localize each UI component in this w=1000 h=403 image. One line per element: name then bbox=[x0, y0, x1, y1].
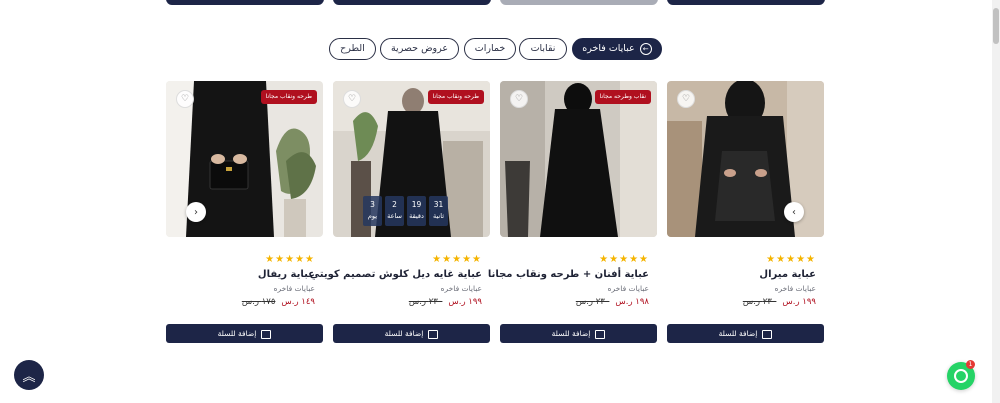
countdown-hours: 2 ساعة bbox=[385, 196, 404, 226]
price-old: ٢٣٠ ر.س bbox=[408, 297, 443, 307]
offer-badge: طرحه ونقاب مجانا bbox=[260, 90, 317, 104]
product-prices: ١٩٨ ر.س ٢٣٠ ر.س bbox=[576, 297, 649, 307]
tab-luxury-abayas[interactable]: عبايات فاخره ← bbox=[572, 38, 662, 60]
product-image[interactable]: ♡ طرحه ونقاب مجانا › bbox=[166, 81, 323, 237]
previous-row-buttons bbox=[0, 0, 1000, 8]
rating-stars: ★★★★★ bbox=[432, 254, 482, 265]
countdown-timer: 3 يوم 2 ساعة 19 دقيقة 31 ثانية bbox=[363, 196, 448, 226]
product-name[interactable]: عباية أفنان + طرحه ونقاب مجانا bbox=[488, 269, 649, 280]
heart-icon[interactable]: ♡ bbox=[677, 90, 695, 108]
product-card[interactable]: ♡ طرحه ونقاب مجانا 3 يوم 2 ساعة 19 دقيقة 31… bbox=[310, 81, 490, 343]
heart-icon[interactable]: ♡ bbox=[510, 90, 528, 108]
product-name[interactable]: عباية ميرال bbox=[759, 269, 816, 280]
product-category: عبايات فاخره bbox=[607, 284, 649, 293]
tab-label: الطرح bbox=[340, 43, 365, 54]
product-category: عبايات فاخره bbox=[440, 284, 482, 293]
rating-stars: ★★★★★ bbox=[265, 254, 315, 265]
price-new: ١٤٩ ر.س bbox=[281, 297, 315, 307]
product-image[interactable]: ♡ نقاب وطرحه مجانا bbox=[500, 81, 657, 237]
scroll-to-top-button[interactable]: ︽ bbox=[14, 360, 44, 390]
price-old: ٢٣٠ ر.س bbox=[742, 297, 777, 307]
countdown-minutes: 19 دقيقة bbox=[407, 196, 426, 226]
rating-stars: ★★★★★ bbox=[599, 254, 649, 265]
price-new: ١٩٩ ر.س bbox=[448, 297, 482, 307]
cart-icon bbox=[261, 329, 272, 339]
product-name[interactable]: عباية ريفال bbox=[258, 269, 315, 280]
whatsapp-icon bbox=[954, 369, 968, 383]
chevron-right-icon[interactable]: › bbox=[186, 202, 206, 222]
tab-label: عبايات فاخره bbox=[582, 43, 635, 54]
add-to-cart-button[interactable]: إضافة للسلة bbox=[333, 324, 490, 343]
tab-label: خمارات bbox=[474, 43, 506, 54]
product-image[interactable]: ♡ طرحه ونقاب مجانا 3 يوم 2 ساعة 19 دقيقة 31… bbox=[333, 81, 490, 237]
product-card[interactable]: ♡ طرحه ونقاب مجانا › ★★★★★ عباية ريفال ع… bbox=[166, 81, 323, 343]
tab-label: عروض حصرية bbox=[390, 43, 449, 54]
heart-icon[interactable]: ♡ bbox=[176, 90, 194, 108]
chevron-left-icon[interactable]: ‹ bbox=[784, 202, 804, 222]
rating-stars: ★★★★★ bbox=[766, 254, 816, 265]
price-old: ٢٣٠ ر.س bbox=[575, 297, 610, 307]
cart-icon bbox=[428, 329, 439, 339]
heart-icon[interactable]: ♡ bbox=[343, 90, 361, 108]
notification-badge: 1 bbox=[966, 360, 975, 369]
previous-row-button[interactable] bbox=[667, 0, 825, 5]
add-to-cart-button[interactable]: إضافة للسلة bbox=[667, 324, 824, 343]
tab-scarves[interactable]: الطرح bbox=[329, 38, 376, 60]
price-old: ١٧٥ ر.س bbox=[241, 297, 276, 307]
countdown-seconds: 31 ثانية bbox=[429, 196, 448, 226]
product-prices: ١٩٩ ر.س ٢٣٠ ر.س bbox=[743, 297, 816, 307]
scrollbar[interactable] bbox=[992, 0, 1000, 403]
add-to-cart-button[interactable]: إضافة للسلة bbox=[166, 324, 323, 343]
tab-khimars[interactable]: خمارات bbox=[464, 38, 516, 60]
category-tabs: عبايات فاخره ← نقابات خمارات عروض حصرية ا… bbox=[0, 38, 1000, 60]
product-name[interactable]: عباية غايه ديل كلوش تصميم كويتي bbox=[310, 269, 482, 280]
double-chevron-up-icon: ︽ bbox=[22, 369, 36, 385]
product-category: عبايات فاخره bbox=[273, 284, 315, 293]
product-prices: ١٩٩ ر.س ٢٣٠ ر.س bbox=[409, 297, 482, 307]
product-prices: ١٤٩ ر.س ١٧٥ ر.س bbox=[242, 297, 315, 307]
price-new: ١٩٨ ر.س bbox=[615, 297, 649, 307]
cart-icon bbox=[595, 329, 606, 339]
previous-row-button[interactable] bbox=[333, 0, 491, 5]
offer-badge: نقاب وطرحه مجانا bbox=[594, 90, 651, 104]
tab-label: نقابات bbox=[530, 43, 556, 54]
product-card[interactable]: ♡ نقاب وطرحه مجانا ★★★★★ عباية أفنان + ط… bbox=[488, 81, 657, 343]
product-image[interactable]: ♡ ‹ bbox=[667, 81, 824, 237]
tab-exclusive-offers[interactable]: عروض حصرية bbox=[380, 38, 459, 60]
product-category: عبايات فاخره bbox=[774, 284, 816, 293]
product-card[interactable]: ♡ ‹ ★★★★★ عباية ميرال عبايات فاخره ١٩٩ ر… bbox=[667, 81, 824, 343]
offer-badge: طرحه ونقاب مجانا bbox=[427, 90, 484, 104]
previous-row-button[interactable] bbox=[166, 0, 324, 5]
previous-row-button[interactable] bbox=[500, 0, 658, 5]
add-to-cart-button[interactable]: إضافة للسلة bbox=[500, 324, 657, 343]
tab-niqabs[interactable]: نقابات bbox=[519, 38, 567, 60]
countdown-days: 3 يوم bbox=[363, 196, 382, 226]
cart-icon bbox=[762, 329, 773, 339]
arrow-left-icon: ← bbox=[639, 42, 652, 55]
price-new: ١٩٩ ر.س bbox=[782, 297, 816, 307]
